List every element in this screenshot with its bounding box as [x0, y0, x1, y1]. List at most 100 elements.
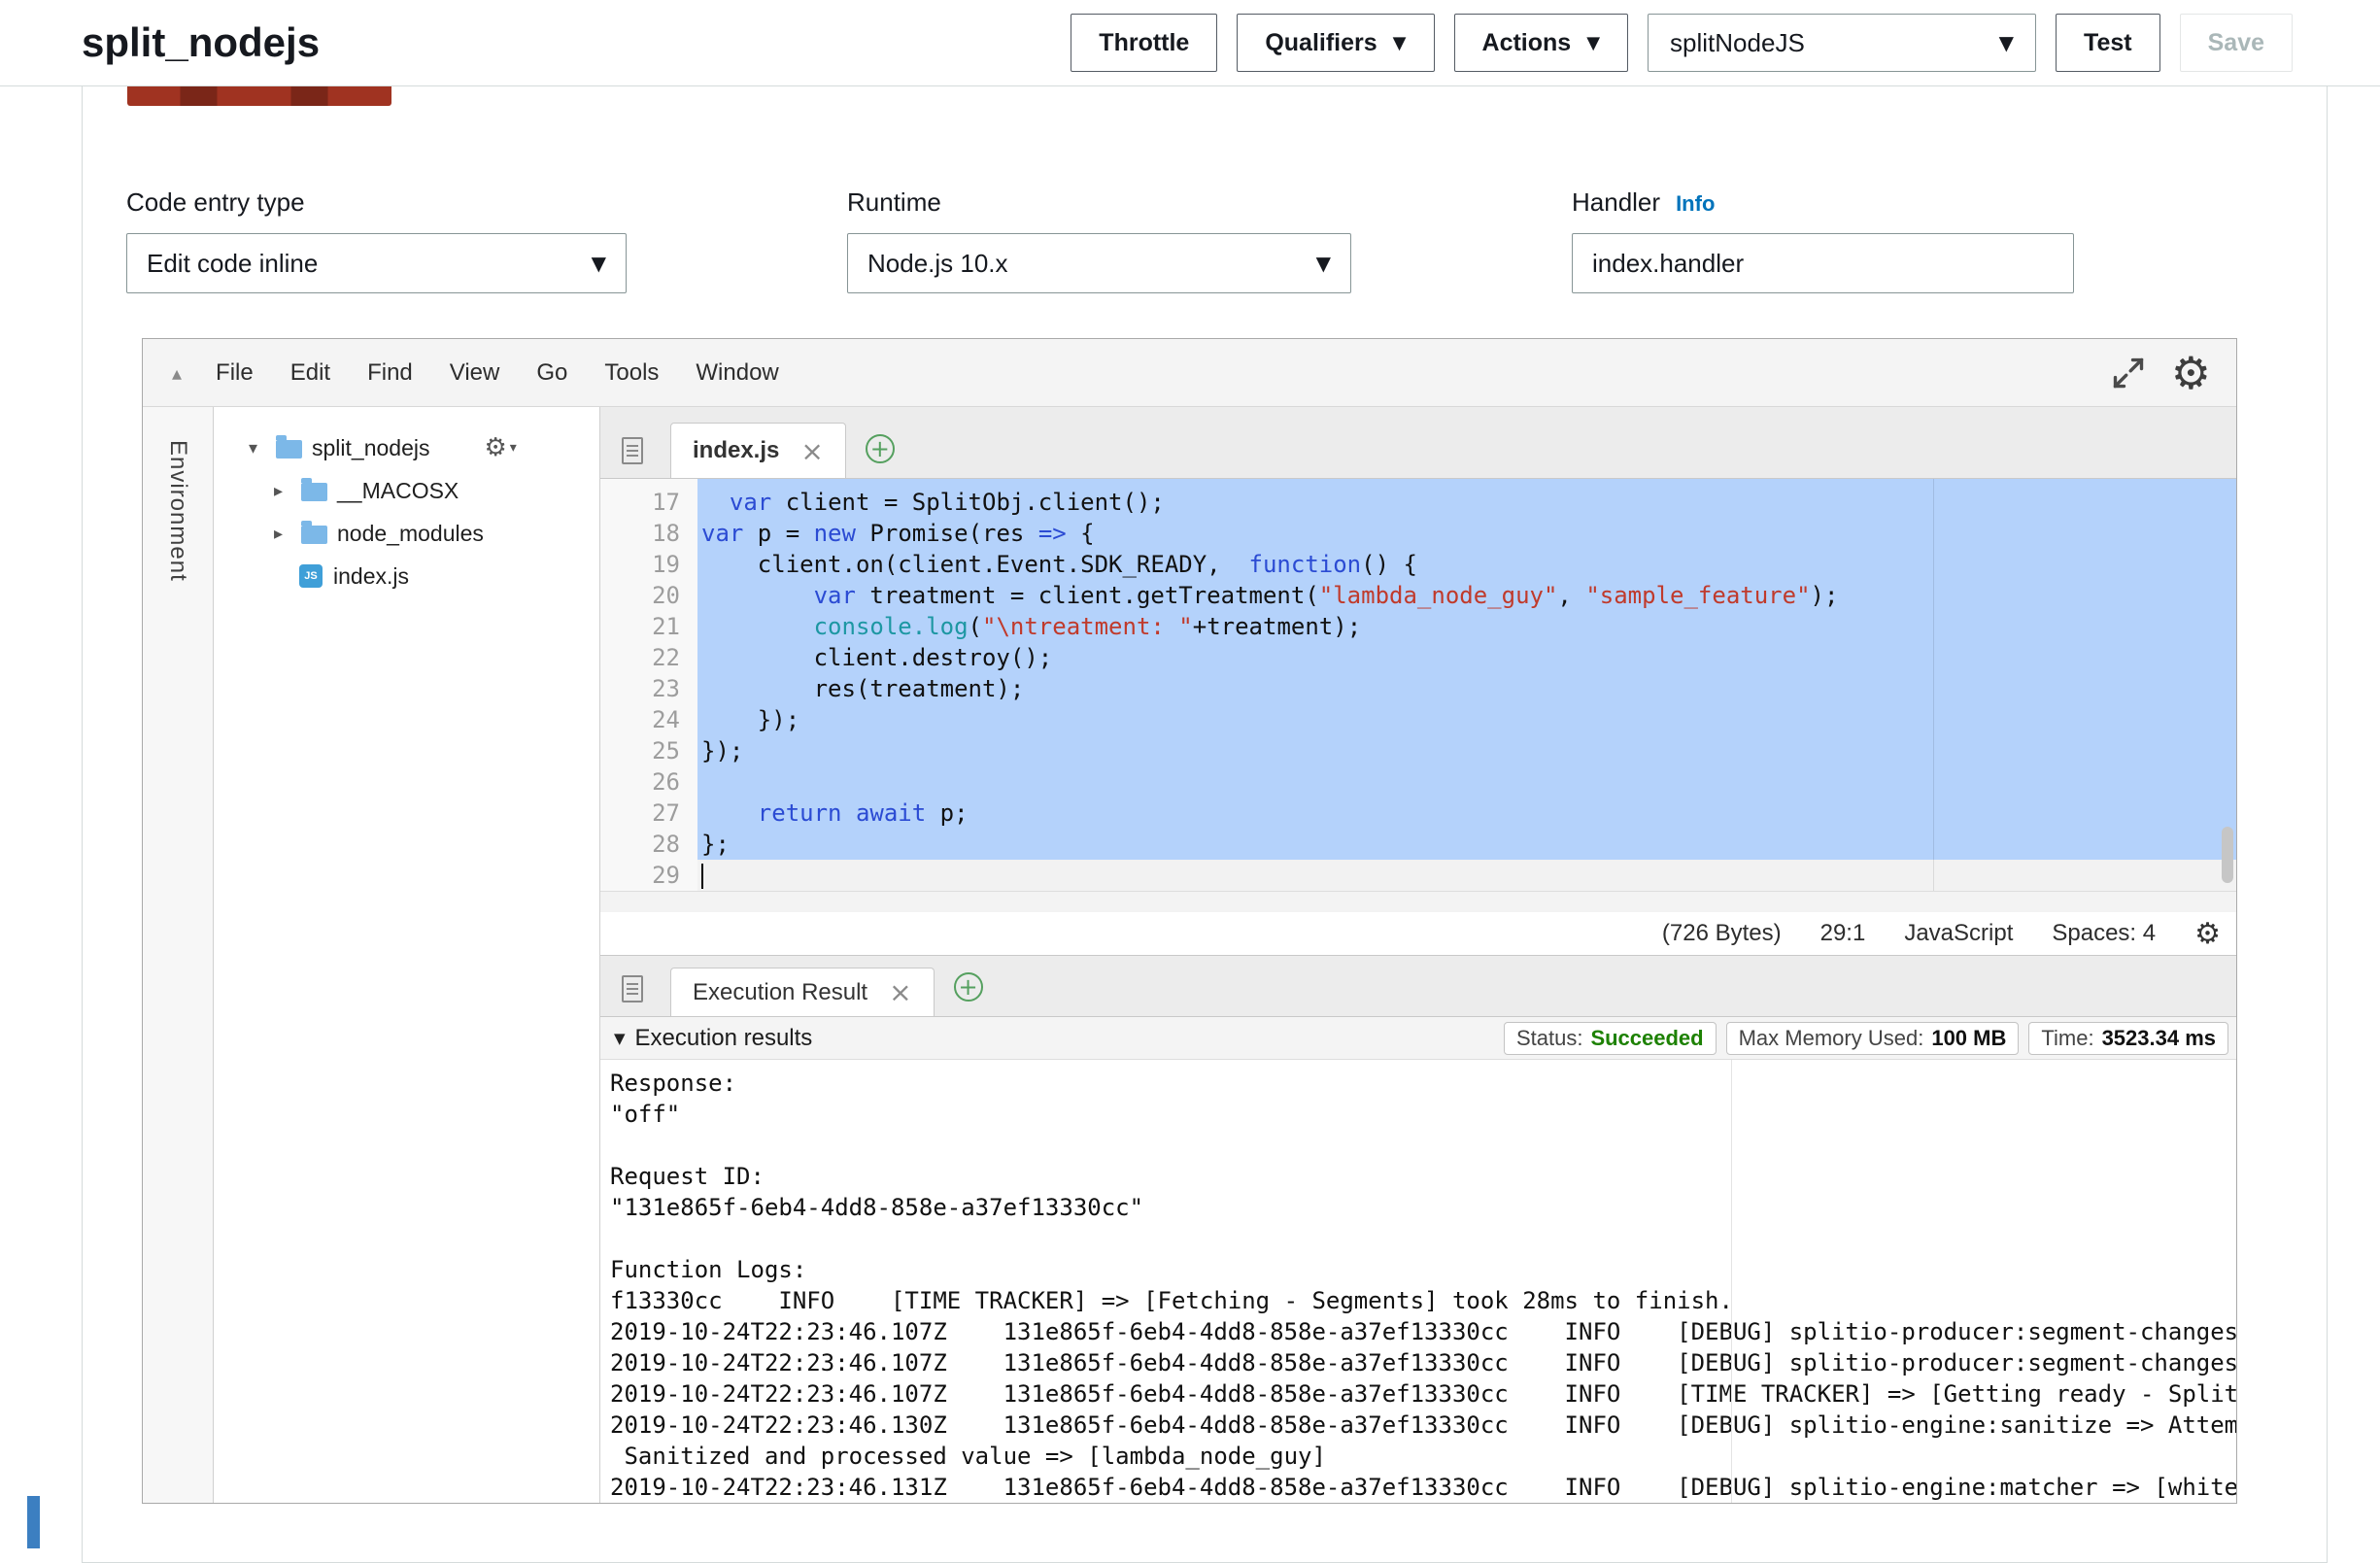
code-content — [697, 766, 2236, 798]
environment-tab-label: Environment — [164, 440, 191, 1503]
actions-button[interactable]: Actions ▼ — [1454, 14, 1629, 72]
tab-list-icon[interactable] — [622, 975, 643, 1002]
editor-settings-gear-icon[interactable]: ⚙ — [2171, 351, 2211, 395]
caret-down-icon: ▼ — [592, 252, 606, 275]
log-line: Response: — [610, 1068, 2236, 1099]
code-content — [697, 860, 2236, 891]
code-line[interactable]: 24 }); — [600, 704, 2236, 735]
tab-index-js[interactable]: index.js × — [670, 423, 846, 478]
log-line: Sanitized and processed value => [lambda… — [610, 1441, 2236, 1472]
menu-view[interactable]: View — [431, 359, 519, 387]
code-line[interactable]: 26 — [600, 766, 2236, 798]
clipped-blue-element — [27, 1496, 40, 1548]
code-line[interactable]: 19 client.on(client.Event.SDK_READY, fun… — [600, 549, 2236, 580]
line-number: 18 — [600, 518, 697, 549]
header-actions: Throttle Qualifiers ▼ Actions ▼ splitNod… — [1071, 14, 2293, 72]
code-line[interactable] — [600, 479, 2236, 487]
execution-results-title: Execution results — [635, 1025, 813, 1052]
status-badge-value: Succeeded — [1590, 1026, 1703, 1051]
menu-edit[interactable]: Edit — [272, 359, 349, 387]
runtime-field: Runtime Node.js 10.x ▼ — [847, 187, 1351, 293]
runtime-select[interactable]: Node.js 10.x ▼ — [847, 233, 1351, 293]
tree-item-label: index.js — [333, 563, 409, 590]
qualifiers-button[interactable]: Qualifiers ▼ — [1237, 14, 1434, 72]
line-number: 21 — [600, 611, 697, 642]
tree-item-node-modules[interactable]: ▸ node_modules — [214, 512, 599, 555]
execution-log[interactable]: Response:"off"Request ID:"131e865f-6eb4-… — [600, 1060, 2236, 1503]
alias-select[interactable]: splitNodeJS ▼ — [1648, 14, 2036, 72]
caret-down-icon: ▼ — [1316, 252, 1331, 275]
menu-window[interactable]: Window — [677, 359, 797, 387]
horizontal-scrollbar[interactable] — [600, 891, 2236, 912]
file-tree: ▾ split_nodejs ⚙ ▾ ▸ __MACOSX ▸ node_mod… — [214, 407, 600, 1503]
code-line[interactable]: 28}; — [600, 829, 2236, 860]
code-content: var p = new Promise(res => { — [697, 518, 2236, 549]
close-tab-icon[interactable]: × — [889, 976, 911, 1008]
new-tab-button[interactable]: + — [866, 434, 895, 463]
code-entry-type-select[interactable]: Edit code inline ▼ — [126, 233, 627, 293]
tab-list-icon[interactable] — [622, 437, 643, 464]
code-content: res(treatment); — [697, 673, 2236, 704]
disclosure-closed-icon[interactable]: ▸ — [274, 481, 301, 501]
tree-root-label: split_nodejs — [312, 435, 429, 461]
code-line[interactable]: 27 return await p; — [600, 798, 2236, 829]
folder-icon — [301, 526, 327, 544]
menu-tools[interactable]: Tools — [586, 359, 677, 387]
code-line[interactable]: 22 client.destroy(); — [600, 642, 2236, 673]
code-line[interactable]: 20 var treatment = client.getTreatment("… — [600, 580, 2236, 611]
time-badge-label: Time: — [2041, 1026, 2093, 1051]
js-file-icon: JS — [299, 564, 323, 588]
vertical-scrollbar[interactable] — [2222, 827, 2233, 883]
tree-item-macosx[interactable]: ▸ __MACOSX — [214, 469, 599, 512]
menu-find[interactable]: Find — [349, 359, 431, 387]
handler-input[interactable] — [1572, 233, 2074, 293]
statusbar-gear-icon[interactable]: ⚙ — [2194, 917, 2221, 951]
line-number — [600, 479, 697, 487]
language-mode[interactable]: JavaScript — [1904, 920, 2013, 947]
save-button[interactable]: Save — [2180, 14, 2293, 72]
menu-go[interactable]: Go — [518, 359, 586, 387]
test-button[interactable]: Test — [2056, 14, 2160, 72]
collapse-menubar-icon[interactable]: ▴ — [172, 361, 182, 385]
disclosure-open-icon[interactable]: ▾ — [249, 438, 276, 459]
tree-root-split-nodejs[interactable]: ▾ split_nodejs ⚙ ▾ — [214, 426, 599, 469]
line-number: 28 — [600, 829, 697, 860]
tree-settings-gear-icon[interactable]: ⚙ — [484, 433, 506, 462]
code-line[interactable]: 17 var client = SplitObj.client(); — [600, 487, 2236, 518]
tab-label: index.js — [693, 437, 779, 464]
indent-setting[interactable]: Spaces: 4 — [2052, 920, 2156, 947]
caret-down-icon: ▼ — [1393, 33, 1407, 53]
new-tab-button[interactable]: + — [954, 972, 983, 1002]
code-line[interactable]: 21 console.log("\ntreatment: "+treatment… — [600, 611, 2236, 642]
log-line: Request ID: — [610, 1161, 2236, 1192]
close-tab-icon[interactable]: × — [800, 435, 823, 467]
test-button-label: Test — [2084, 29, 2132, 57]
editor-statusbar: (726 Bytes) 29:1 JavaScript Spaces: 4 ⚙ — [600, 912, 2236, 955]
tab-execution-result[interactable]: Execution Result × — [670, 968, 935, 1016]
code-line[interactable]: 25}); — [600, 735, 2236, 766]
editor-tabbar: index.js × + — [600, 407, 2236, 479]
menu-file[interactable]: File — [197, 359, 272, 387]
text-cursor — [701, 864, 703, 889]
code-line[interactable]: 18var p = new Promise(res => { — [600, 518, 2236, 549]
environment-tab[interactable]: Environment — [143, 407, 214, 1503]
caret-down-icon: ▼ — [1586, 33, 1600, 53]
disclosure-closed-icon[interactable]: ▸ — [274, 524, 301, 544]
log-line: "131e865f-6eb4-4dd8-858e-a37ef13330cc" — [610, 1192, 2236, 1223]
code-editor[interactable]: 17 var client = SplitObj.client();18var … — [600, 479, 2236, 912]
throttle-button[interactable]: Throttle — [1071, 14, 1217, 72]
code-line[interactable]: 23 res(treatment); — [600, 673, 2236, 704]
line-number: 22 — [600, 642, 697, 673]
line-number: 27 — [600, 798, 697, 829]
handler-info-link[interactable]: Info — [1676, 191, 1715, 217]
code-line[interactable]: 29 — [600, 860, 2236, 891]
qualifiers-button-label: Qualifiers — [1265, 29, 1377, 57]
function-header: split_nodejs Throttle Qualifiers ▼ Actio… — [0, 0, 2380, 86]
collapse-results-icon[interactable]: ▼ — [614, 1030, 626, 1047]
tree-item-index-js[interactable]: JS index.js — [214, 555, 599, 597]
code-content: console.log("\ntreatment: "+treatment); — [697, 611, 2236, 642]
fullscreen-icon[interactable] — [2111, 356, 2146, 391]
line-number: 17 — [600, 487, 697, 518]
execution-results-header: ▼ Execution results Status: Succeeded Ma… — [600, 1017, 2236, 1060]
log-line — [610, 1130, 2236, 1161]
